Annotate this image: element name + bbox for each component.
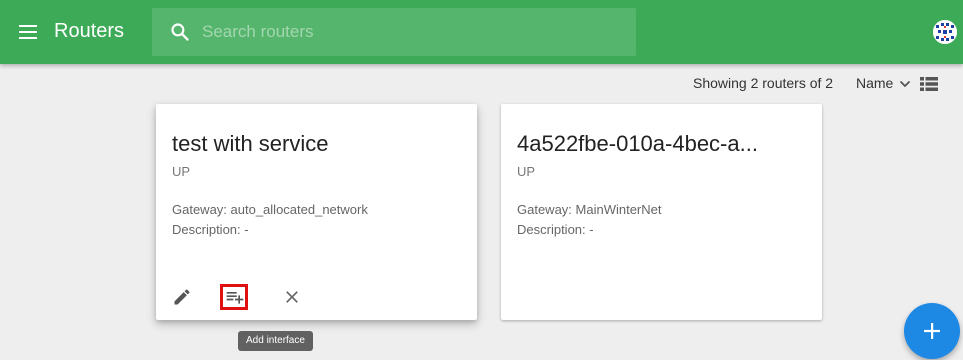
router-name: 4a522fbe-010a-4bec-a... xyxy=(517,131,758,156)
app-bar: Routers xyxy=(0,0,963,64)
list-toolbar: Showing 2 routers of 2 Name xyxy=(0,75,963,95)
page-title: Routers xyxy=(54,20,125,42)
router-gateway: Gateway: MainWinterNet xyxy=(517,202,662,217)
router-card[interactable]: 4a522fbe-010a-4bec-a... UP Gateway: Main… xyxy=(501,104,822,320)
list-view-icon[interactable] xyxy=(920,77,938,91)
hamburger-menu-icon[interactable] xyxy=(19,25,37,39)
edit-icon xyxy=(174,289,190,305)
router-status: UP xyxy=(172,164,191,179)
add-interface-button[interactable] xyxy=(220,284,248,310)
add-interface-icon xyxy=(226,292,244,304)
add-router-button[interactable] xyxy=(904,303,960,359)
add-icon xyxy=(924,323,940,339)
delete-button[interactable] xyxy=(278,284,306,310)
edit-button[interactable] xyxy=(168,284,196,310)
router-status: UP xyxy=(517,164,536,179)
search-icon xyxy=(171,23,189,41)
close-icon xyxy=(286,291,298,303)
router-description: Description: - xyxy=(517,222,594,237)
result-count: Showing 2 routers of 2 xyxy=(693,75,834,91)
user-avatar-icon[interactable] xyxy=(933,20,957,44)
router-card[interactable]: test with service UP Gateway: auto_alloc… xyxy=(156,104,477,320)
router-gateway: Gateway: auto_allocated_network xyxy=(172,202,368,217)
sort-select[interactable]: Name xyxy=(856,75,893,91)
tooltip: Add interface xyxy=(238,331,313,351)
search-input[interactable] xyxy=(202,8,622,56)
chevron-down-icon[interactable] xyxy=(899,78,911,90)
router-description: Description: - xyxy=(172,222,249,237)
router-name: test with service xyxy=(172,131,329,156)
search-bar[interactable] xyxy=(152,8,636,56)
